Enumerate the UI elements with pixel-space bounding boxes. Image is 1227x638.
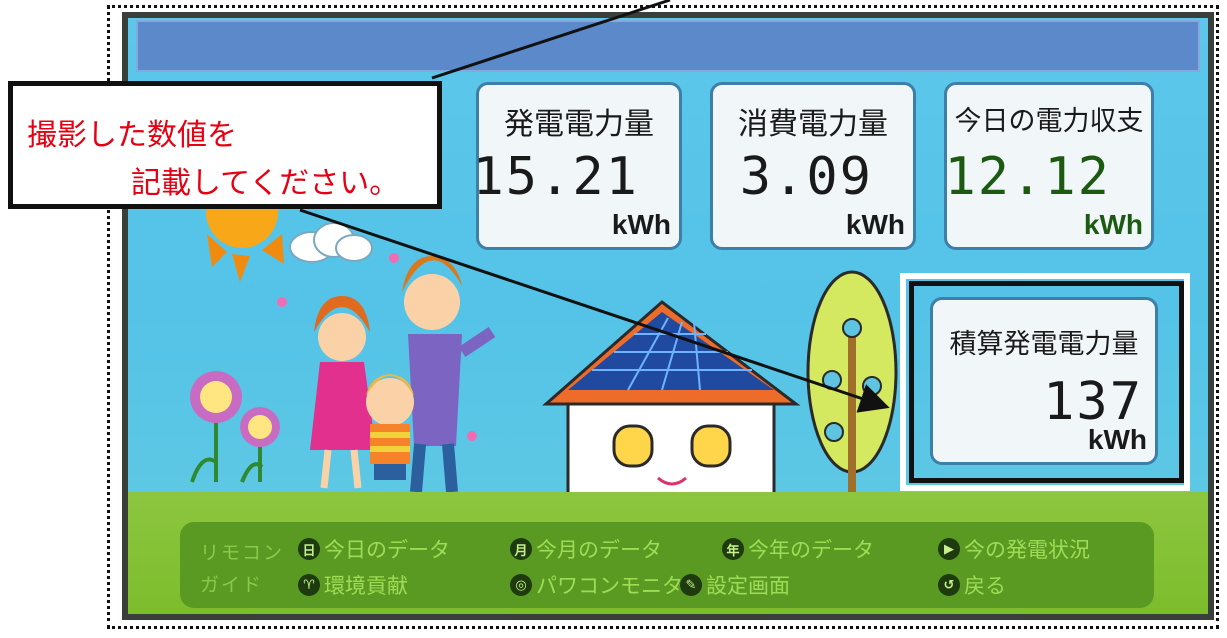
instruction-callout: 撮影した数値を 記載してください。 <box>8 81 442 209</box>
pointer-arrow <box>299 208 890 413</box>
callout-line1: 撮影した数値を <box>27 118 237 153</box>
callout-line2: 記載してください。 <box>131 166 400 201</box>
pointer-line <box>431 0 671 80</box>
